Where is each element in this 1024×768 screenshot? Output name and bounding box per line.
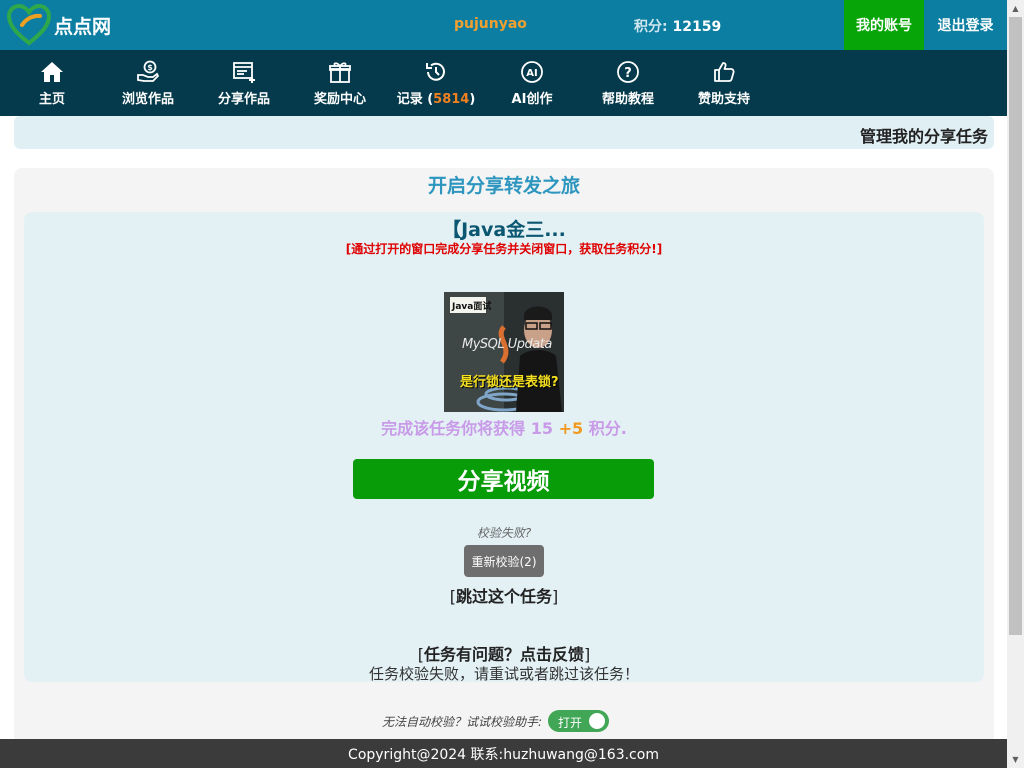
nav-label: 赞助支持	[697, 91, 750, 107]
helper-text: 无法自动校验？试试校验助手:	[382, 714, 543, 729]
points-label: 积分:	[634, 19, 668, 35]
nav-share[interactable]: 分享作品	[196, 50, 292, 116]
page-scrollbar[interactable]: ▲ ▼	[1007, 0, 1024, 768]
verify-failed-label: 校验失败?	[476, 526, 532, 540]
thumbnail-badge: Java面试	[452, 302, 492, 312]
gift-icon	[329, 61, 351, 83]
nav-help[interactable]: ? 帮助教程	[580, 50, 676, 116]
main-panel: 开启分享转发之旅 【Java金三... [通过打开的窗口完成分享任务并关闭窗口，…	[14, 168, 994, 748]
verification-failed-message: 任务校验失败，请重试或者跳过该任务！	[368, 665, 639, 683]
home-icon	[41, 61, 63, 82]
my-account-button[interactable]: 我的账号	[844, 0, 924, 50]
svg-text:$: $	[147, 63, 153, 72]
nav-history[interactable]: 记录 (5814)	[388, 50, 484, 116]
nav-label: 奖励中心	[313, 91, 366, 107]
thumbnail-text-line1: MySQL Updata	[462, 337, 552, 352]
thumbs-up-icon	[714, 61, 735, 82]
svg-text:?: ?	[624, 66, 632, 81]
history-count: 5814	[433, 91, 470, 107]
video-thumbnail[interactable]: Java面试 MySQL Updata 是行锁还是表锁?	[444, 292, 564, 412]
nav-label-with-count: 记录 (5814)	[396, 91, 476, 107]
verify-helper: 无法自动校验？试试校验助手: 打开	[382, 710, 610, 732]
nav-label: AI创作	[511, 91, 553, 107]
reward-text: 完成该任务你将获得 15 +5 积分.	[381, 419, 627, 438]
reward-bonus: +5	[558, 419, 584, 438]
toggle-knob	[589, 713, 606, 729]
scroll-thumb[interactable]	[1009, 17, 1022, 635]
ai-icon: AI	[521, 60, 543, 83]
task-card: 【Java金三... [通过打开的窗口完成分享任务并关闭窗口，获取任务积分!] …	[24, 212, 984, 683]
nav-label: 分享作品	[217, 91, 270, 107]
coin-hand-icon: $	[137, 60, 160, 82]
skip-task-link[interactable]: 跳过这个任务	[456, 587, 552, 606]
nav-label: 浏览作品	[121, 91, 174, 107]
logout-button[interactable]: 退出登录	[924, 0, 1007, 50]
nav-label: 主页	[38, 91, 65, 107]
scroll-down-arrow-icon[interactable]: ▼	[1007, 751, 1024, 768]
share-list-icon	[233, 61, 255, 83]
logo[interactable]: 点点网	[6, 3, 111, 47]
recheck-button[interactable]: 重新校验(2)	[464, 545, 544, 577]
task-title: 【Java金三...	[442, 219, 566, 241]
skip-task: [跳过这个任务]	[449, 587, 559, 606]
page-title: 开启分享转发之旅	[427, 175, 580, 197]
thumbnail-text-line2: 是行锁还是表锁?	[460, 375, 559, 390]
main-nav: 主页 $ 浏览作品 分享作品 奖励中心 记录 (5814) AI AI创作 ? …	[0, 50, 1007, 116]
help-icon: ?	[617, 60, 639, 83]
nav-label: 帮助教程	[601, 91, 654, 107]
toggle-label: 打开	[558, 716, 583, 730]
heart-logo-icon	[6, 3, 52, 46]
manage-share-tasks-link[interactable]: 管理我的分享任务	[860, 123, 988, 147]
logo-text: 点点网	[54, 15, 112, 38]
share-video-button[interactable]: 分享视频	[353, 459, 654, 499]
helper-toggle[interactable]: 打开	[548, 710, 610, 732]
history-icon	[426, 62, 445, 81]
manage-tasks-bar: 管理我的分享任务	[14, 116, 994, 149]
nav-rewards[interactable]: 奖励中心	[292, 50, 388, 116]
feedback: [任务有问题？点击反馈]	[417, 645, 591, 664]
nav-ai[interactable]: AI AI创作	[484, 50, 580, 116]
svg-text:AI: AI	[526, 68, 537, 79]
nav-sponsor[interactable]: 赞助支持	[676, 50, 772, 116]
feedback-link[interactable]: 任务有问题？点击反馈	[424, 645, 584, 664]
points-display: 积分: 12159	[634, 16, 721, 36]
points-value: 12159	[672, 19, 722, 35]
top-bar: 点点网 pujunyao 积分: 12159 我的账号 退出登录	[0, 0, 1007, 50]
scroll-up-arrow-icon[interactable]: ▲	[1007, 0, 1024, 17]
reward-points: 15	[530, 419, 554, 438]
footer: Copyright@2024 联系:huzhuwang@163.com	[0, 739, 1007, 768]
nav-home[interactable]: 主页	[4, 50, 100, 116]
username[interactable]: pujunyao	[454, 16, 527, 32]
nav-browse[interactable]: $ 浏览作品	[100, 50, 196, 116]
task-instruction: [通过打开的窗口完成分享任务并关闭窗口，获取任务积分!]	[345, 242, 663, 256]
